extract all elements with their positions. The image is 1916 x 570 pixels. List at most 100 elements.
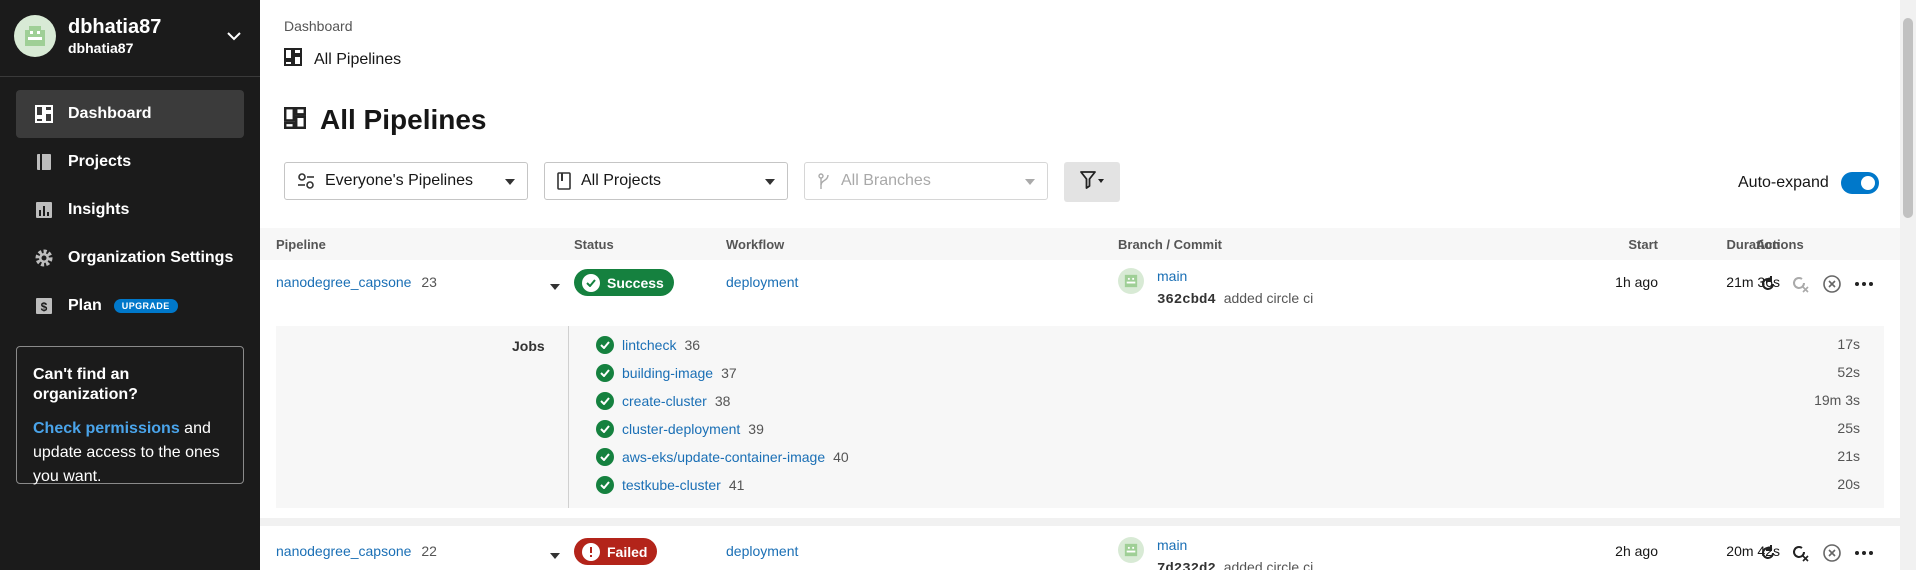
branch-link[interactable]: main	[1157, 268, 1187, 284]
check-permissions-link[interactable]: Check permissions	[33, 420, 180, 437]
sidebar-item-organization-settings[interactable]: Organization Settings	[16, 234, 244, 282]
workflow-link-text: deployment	[726, 274, 799, 290]
pipeline-link[interactable]: nanodegree_capsone	[276, 274, 411, 290]
branches-filter-value: All Branches	[841, 172, 931, 189]
user-name: dbhatia87	[68, 16, 162, 38]
column-header-start: Start	[1628, 237, 1658, 252]
job-number: 39	[748, 421, 764, 437]
job-name[interactable]: lintcheck	[622, 337, 676, 353]
rerun-failed-icon[interactable]	[1784, 541, 1816, 565]
status-cell: Success	[574, 269, 674, 296]
job-duration: 25s	[1837, 420, 1860, 436]
commit-hash[interactable]: 362cbd4	[1157, 292, 1216, 308]
job-name[interactable]: aws-eks/update-container-image	[622, 449, 825, 465]
rerun-failed-icon[interactable]	[1784, 272, 1816, 296]
workflow-link[interactable]: deployment	[726, 274, 798, 290]
column-header-actions: Actions	[1756, 237, 1804, 252]
user-switcher[interactable]: dbhatia87 dbhatia87	[14, 14, 246, 58]
chart-icon	[34, 200, 54, 220]
avatar	[1118, 537, 1144, 563]
pipelines-filter-select[interactable]: Everyone's Pipelines	[284, 162, 528, 200]
status-badge[interactable]: Failed	[574, 538, 658, 565]
job-duration: 20s	[1837, 476, 1860, 492]
status-label: Failed	[607, 543, 648, 560]
sidebar-item-dashboard[interactable]: Dashboard	[16, 90, 244, 138]
filter-button[interactable]	[1064, 162, 1120, 202]
commit-hash[interactable]: 7d232d2	[1157, 561, 1216, 570]
cancel-icon[interactable]	[1816, 541, 1848, 565]
check-icon	[596, 476, 614, 494]
job-name[interactable]: create-cluster	[622, 393, 707, 409]
column-header-pipeline: Pipeline	[276, 237, 326, 252]
check-icon	[596, 420, 614, 438]
job-number: 36	[684, 337, 701, 353]
branch-name: main	[1157, 268, 1188, 284]
status-badge[interactable]: Success	[574, 269, 674, 296]
scrollbar-thumb[interactable]	[1903, 18, 1913, 218]
commit-info: 7d232d2 added circle ci	[1157, 559, 1313, 570]
job-number: 38	[714, 393, 731, 409]
job-item[interactable]: create-cluster 38	[596, 390, 730, 412]
start-time: 1h ago	[1615, 274, 1658, 290]
table-row: nanodegree_capsone 22 Failed deployment …	[260, 531, 1900, 570]
user-handle: dbhatia87	[68, 40, 134, 56]
commit-avatar	[1118, 537, 1144, 563]
row-actions	[1752, 541, 1880, 565]
jobs-panel: Jobs lintcheck 36 17s building-image 37 …	[276, 326, 1884, 508]
sidebar-item-insights[interactable]: Insights	[16, 186, 244, 234]
job-item[interactable]: lintcheck 36	[596, 334, 700, 356]
branch-link[interactable]: main	[1157, 537, 1187, 553]
status-cell: Failed	[574, 538, 658, 565]
collapse-toggle[interactable]	[550, 546, 560, 562]
jobs-connector-line	[568, 326, 569, 508]
more-options-icon[interactable]	[1848, 541, 1880, 565]
job-duration: 21s	[1837, 448, 1860, 464]
avatar	[14, 15, 56, 57]
gear-icon	[34, 248, 54, 268]
vertical-scrollbar[interactable]	[1900, 0, 1916, 570]
job-name[interactable]: cluster-deployment	[622, 421, 740, 437]
job-item[interactable]: cluster-deployment 39	[596, 418, 764, 440]
caret-down-icon	[1025, 172, 1035, 190]
rerun-icon[interactable]	[1752, 272, 1784, 296]
job-duration: 19m 3s	[1814, 392, 1860, 408]
workflow-link[interactable]: deployment	[726, 543, 798, 559]
caret-down-icon	[765, 172, 775, 190]
jobs-label: Jobs	[512, 338, 545, 354]
job-item[interactable]: building-image 37	[596, 362, 737, 384]
row-actions	[1752, 272, 1880, 296]
pipeline-number[interactable]: 23	[421, 274, 437, 290]
pipeline-link[interactable]: nanodegree_capsone	[276, 543, 411, 559]
row-divider	[260, 518, 1900, 526]
job-name[interactable]: testkube-cluster	[622, 477, 721, 493]
sidebar-item-projects[interactable]: Projects	[16, 138, 244, 186]
table-row: nanodegree_capsone 23 Success deployment…	[260, 262, 1900, 326]
filter-icon	[1079, 170, 1105, 195]
job-item[interactable]: aws-eks/update-container-image 40	[596, 446, 849, 468]
check-icon	[596, 364, 614, 382]
start-time: 2h ago	[1615, 543, 1658, 559]
column-header-workflow: Workflow	[726, 237, 785, 252]
rerun-icon[interactable]	[1752, 541, 1784, 565]
auto-expand-control: Auto-expand	[1738, 172, 1879, 194]
check-icon	[582, 273, 600, 292]
pipeline-number[interactable]: 22	[421, 543, 437, 559]
commit-message: added circle ci	[1223, 290, 1314, 306]
projects-filter-select[interactable]: All Projects	[544, 162, 788, 200]
collapse-toggle[interactable]	[550, 277, 560, 293]
job-item[interactable]: testkube-cluster 41	[596, 474, 744, 496]
auto-expand-toggle[interactable]	[1840, 172, 1879, 194]
dashboard-icon	[284, 48, 302, 71]
branches-filter-select[interactable]: All Branches	[804, 162, 1048, 200]
commit-avatar	[1118, 268, 1144, 294]
cancel-icon[interactable]	[1816, 272, 1848, 296]
more-options-icon[interactable]	[1848, 272, 1880, 296]
dollar-icon: $	[34, 296, 54, 316]
subtitle-text: All Pipelines	[314, 50, 402, 68]
breadcrumb[interactable]: Dashboard	[284, 18, 353, 34]
upgrade-badge[interactable]: UPGRADE	[113, 299, 178, 313]
svg-text:$: $	[41, 300, 48, 314]
chevron-down-icon[interactable]	[222, 24, 246, 48]
job-name[interactable]: building-image	[622, 365, 713, 381]
sidebar-item-plan[interactable]: $ Plan UPGRADE	[16, 282, 244, 330]
